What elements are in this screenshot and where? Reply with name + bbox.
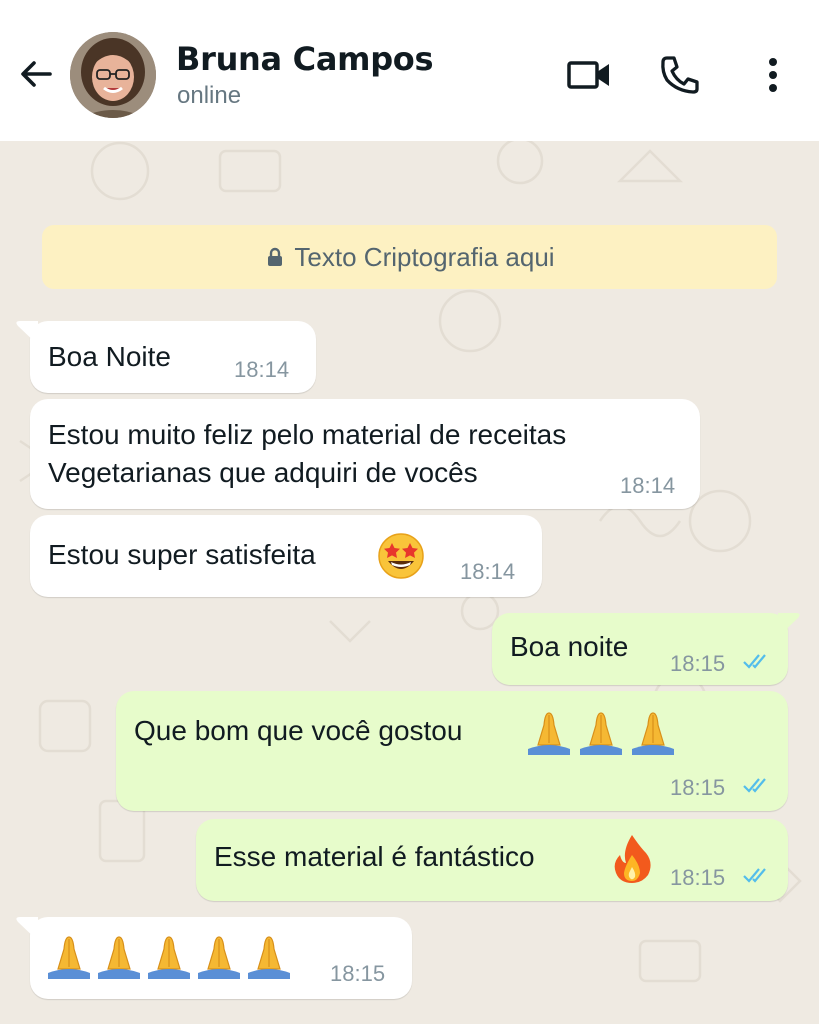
video-call-icon[interactable] bbox=[564, 50, 614, 100]
lock-icon bbox=[268, 247, 283, 266]
avatar[interactable] bbox=[70, 32, 156, 118]
folded-hands-emoji bbox=[48, 936, 290, 979]
read-receipt-icon bbox=[743, 778, 766, 793]
message-bubble-outgoing[interactable]: Que bom que você gostou 18:15 bbox=[116, 691, 788, 811]
message-time: 18:14 bbox=[234, 357, 290, 382]
message-text: Esse material é fantástico bbox=[214, 841, 535, 872]
fire-emoji bbox=[614, 835, 651, 883]
star-struck-emoji bbox=[378, 533, 424, 579]
folded-hands-emoji bbox=[528, 712, 674, 755]
message-time: 18:14 bbox=[460, 559, 516, 584]
back-arrow-icon[interactable] bbox=[14, 52, 58, 96]
message-bubble-incoming[interactable]: 18:15 bbox=[16, 917, 412, 999]
chat-area[interactable]: Texto Criptografia aqui Boa Noite 18:14 … bbox=[0, 141, 819, 1024]
message-text-line-2: Vegetarianas que adquiri de vocês bbox=[48, 457, 478, 488]
message-time: 18:15 bbox=[670, 865, 726, 890]
message-time: 18:14 bbox=[620, 473, 676, 498]
bubble-tail bbox=[16, 321, 38, 345]
voice-call-icon[interactable] bbox=[655, 50, 705, 100]
message-time: 18:15 bbox=[670, 651, 726, 676]
encryption-notice[interactable]: Texto Criptografia aqui bbox=[42, 225, 777, 289]
contact-name[interactable]: Bruna Campos bbox=[176, 40, 434, 78]
read-receipt-icon bbox=[743, 868, 766, 883]
message-bubble-incoming[interactable]: Boa Noite 18:14 bbox=[16, 321, 316, 393]
more-options-icon[interactable] bbox=[748, 50, 798, 100]
read-receipt-icon bbox=[743, 654, 766, 669]
message-text: Que bom que você gostou bbox=[134, 715, 463, 746]
message-time: 18:15 bbox=[330, 961, 386, 986]
contact-status: online bbox=[177, 82, 242, 109]
chat-header: Bruna Campos online bbox=[0, 0, 819, 141]
message-text: Estou super satisfeita bbox=[48, 539, 316, 570]
message-bubble-outgoing[interactable]: Boa noite 18:15 bbox=[492, 613, 800, 685]
message-bubble-incoming[interactable]: Estou muito feliz pelo material de recei… bbox=[30, 399, 700, 509]
bubble-tail bbox=[778, 613, 800, 637]
message-text: Boa Noite bbox=[48, 341, 171, 372]
bubble-tail bbox=[16, 917, 38, 941]
message-text-line-1: Estou muito feliz pelo material de recei… bbox=[48, 419, 567, 450]
message-text: Boa noite bbox=[510, 631, 629, 662]
message-time: 18:15 bbox=[670, 775, 726, 800]
encryption-text: Texto Criptografia aqui bbox=[294, 241, 555, 272]
message-bubble-incoming[interactable]: Estou super satisfeita 18:14 bbox=[30, 515, 542, 597]
message-bubble-outgoing[interactable]: Esse material é fantástico 18:15 bbox=[196, 819, 788, 901]
